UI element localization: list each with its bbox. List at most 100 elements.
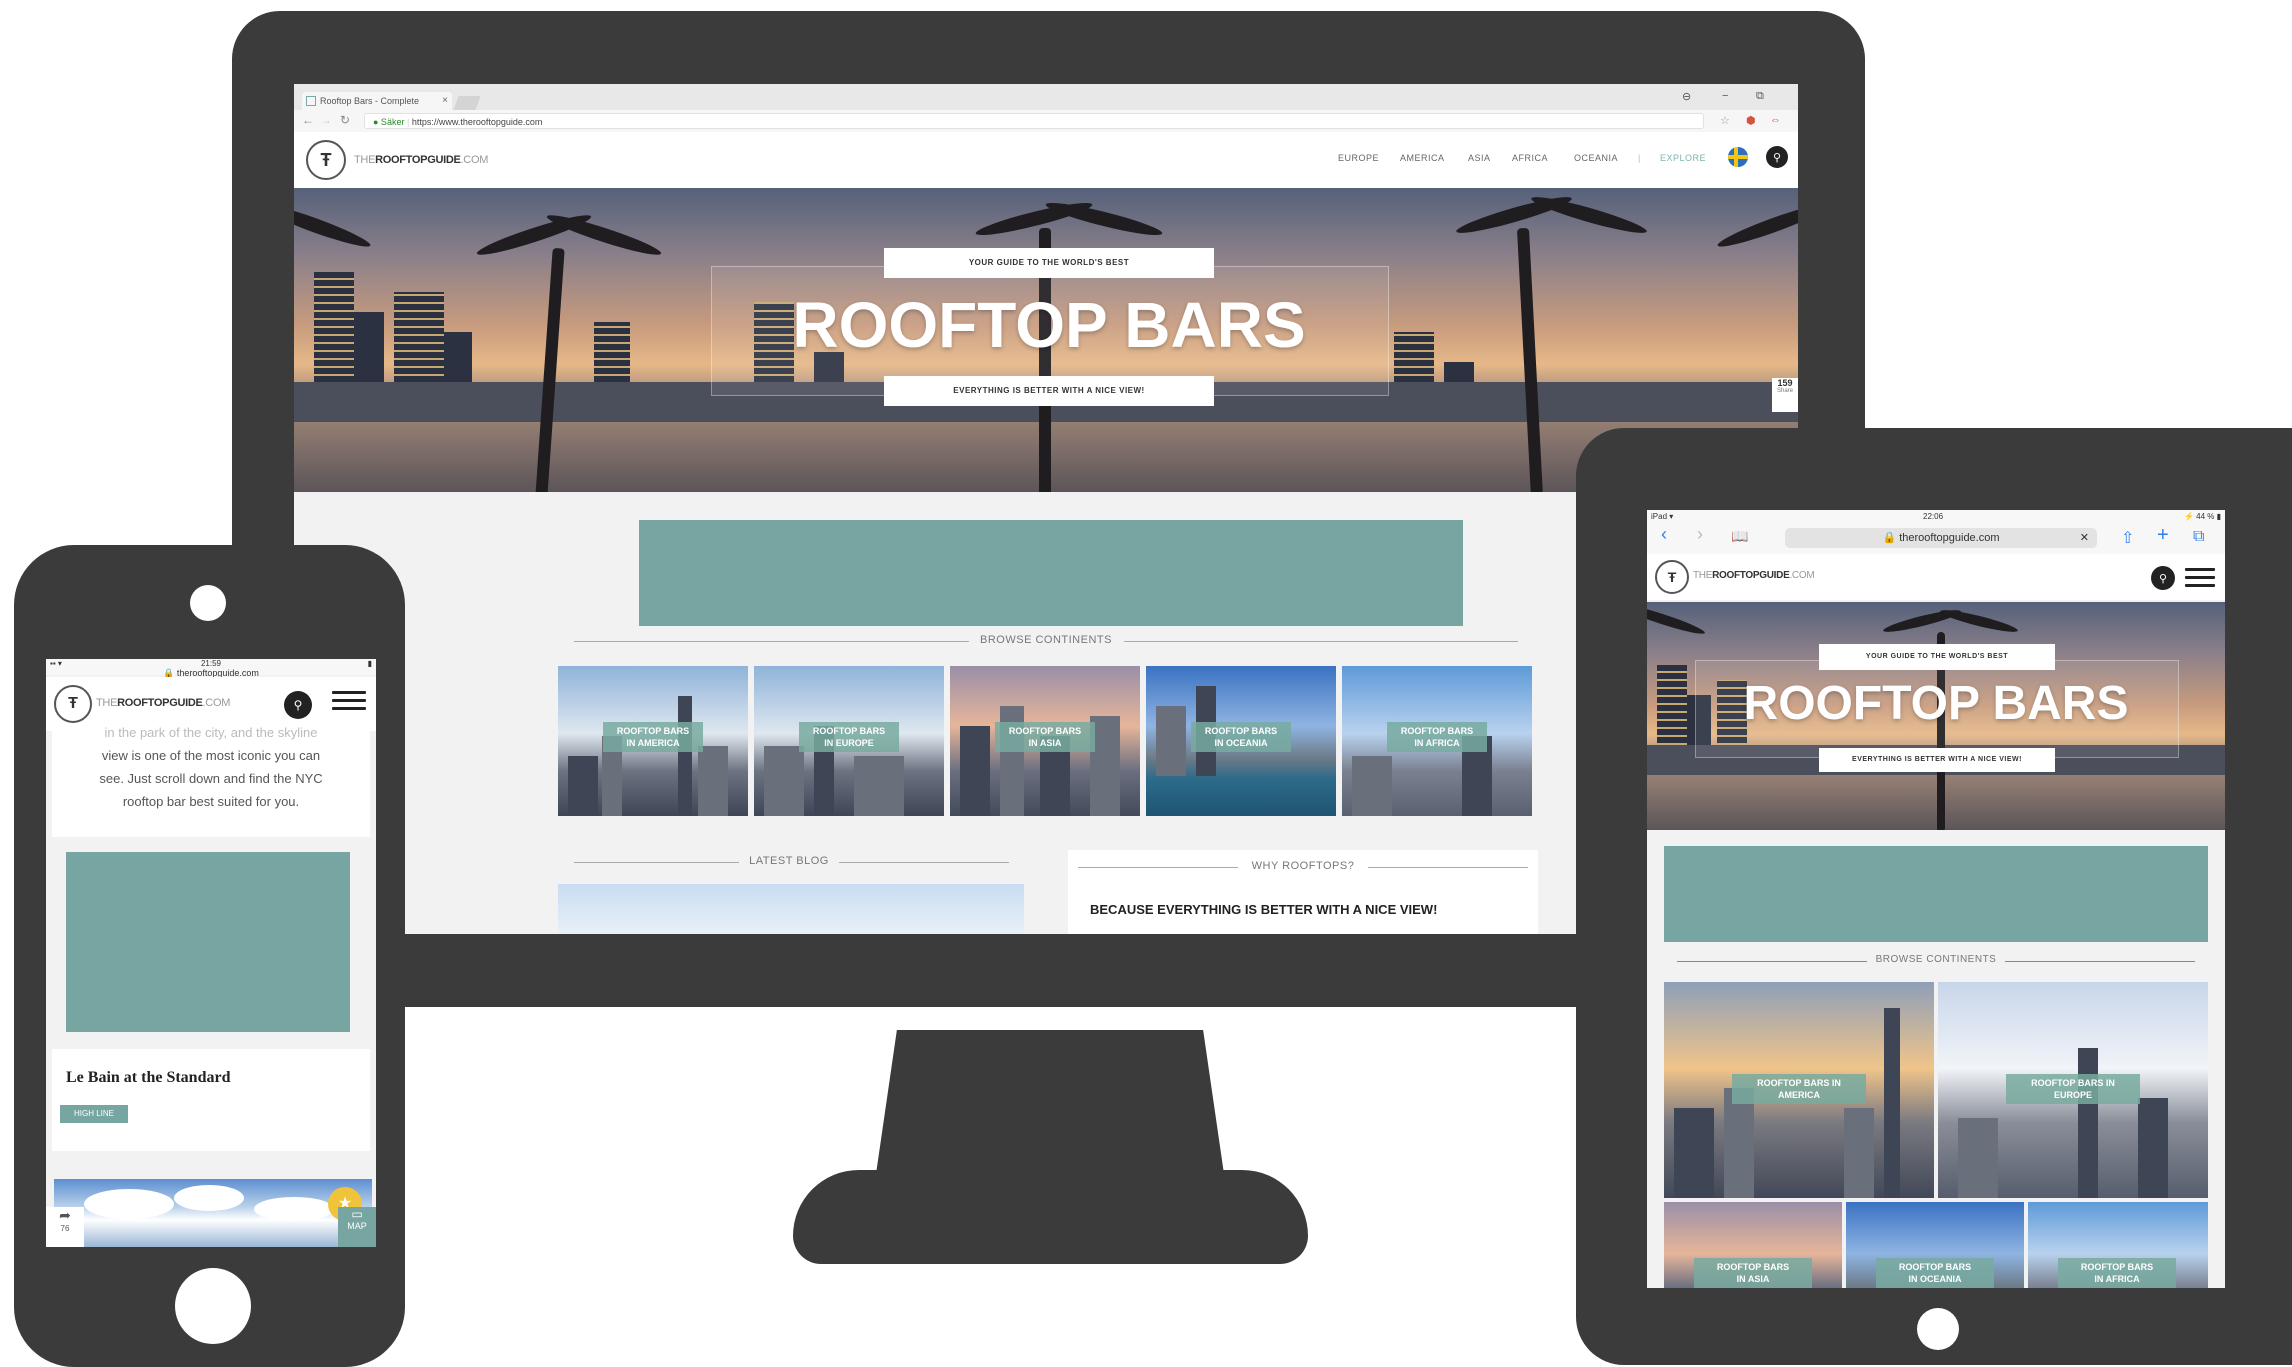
venue-name[interactable]: Le Bain at the Standard (66, 1069, 230, 1087)
continent-card-africa[interactable]: ROOFTOP BARS IN AFRICA (2028, 1202, 2208, 1288)
monitor-stand (876, 1030, 1224, 1174)
hero-tagline-bottom: EVERYTHING IS BETTER WITH A NICE VIEW! (1819, 748, 2055, 772)
browser-address-bar: ← → ↻ ● Säker | https://www.therooftopgu… (294, 110, 1798, 133)
neighborhood-badge[interactable]: HIGH LINE (60, 1105, 128, 1123)
tablet-status-bar: iPad ▾ 22:06 ⚡ 44 % ▮ (1647, 510, 2225, 524)
close-tab-icon[interactable]: × (442, 92, 448, 110)
browser-tab-bar: Rooftop Bars - Complete × ⊖ − ⧉ (294, 84, 1798, 110)
continent-card-america[interactable]: ROOFTOP BARS IN AMERICA (1664, 982, 1934, 1198)
map-button[interactable]: ▭ MAP (338, 1207, 376, 1247)
palm-frond (294, 197, 373, 253)
palm-frond (974, 197, 1094, 241)
hero-tagline-bottom: EVERYTHING IS BETTER WITH A NICE VIEW! (884, 376, 1214, 406)
nav-divider: | (1638, 153, 1641, 163)
restore-icon[interactable]: ⧉ (1756, 90, 1764, 103)
forward-icon[interactable]: → (320, 113, 332, 127)
nav-asia[interactable]: ASIA (1468, 153, 1491, 163)
new-tab-button[interactable] (453, 96, 481, 110)
reload-icon[interactable]: ↻ (340, 113, 350, 127)
phone-status-bar: ▪▪ ▾ 21:59 ▮ 🔒 therooftopguide.com (46, 659, 376, 678)
hero-tagline-top: YOUR GUIDE TO THE WORLD'S BEST (1819, 644, 2055, 670)
clear-url-icon[interactable]: ✕ (2080, 528, 2089, 548)
logo-text[interactable]: THEROOFTOPGUIDE.COM (1693, 570, 1815, 581)
extension-icon[interactable]: ⬢ (1746, 114, 1756, 127)
secure-indicator: ● Säker (373, 117, 405, 127)
continent-label: ROOFTOP BARS IN EUROPE (799, 722, 899, 752)
bookmarks-icon[interactable]: 📖 (1731, 528, 1748, 545)
search-icon[interactable]: ⚲ (284, 691, 312, 719)
continent-label: ROOFTOP BARS IN ASIA (1694, 1258, 1812, 1288)
url-input[interactable]: ● Säker | https://www.therooftopguide.co… (364, 113, 1704, 129)
continent-card-asia[interactable]: ROOFTOP BARS IN ASIA (1664, 1202, 1842, 1288)
continent-card-europe[interactable]: ROOFTOP BARS IN EUROPE (1938, 982, 2208, 1198)
continent-card-america[interactable]: ROOFTOP BARS IN AMERICA (558, 666, 748, 816)
extension-icon-2[interactable]: ⇔ (1770, 114, 1781, 126)
back-icon[interactable]: ← (302, 113, 314, 127)
continent-label: ROOFTOP BARS IN AFRICA (1387, 722, 1487, 752)
logo-icon[interactable]: Ŧ (54, 685, 92, 723)
hero-title: ROOFTOP BARS (792, 289, 1306, 361)
menu-icon[interactable] (332, 691, 366, 715)
hero-title: ROOFTOP BARS (1743, 677, 2129, 730)
palm-frond (474, 209, 594, 261)
phone-time: 21:59 (200, 659, 222, 668)
logo-text[interactable]: THEROOFTOPGUIDE.COM (354, 154, 488, 166)
monitor-base (793, 1170, 1308, 1264)
browse-continents-heading: BROWSE CONTINENTS (574, 634, 1518, 646)
minimize-icon[interactable]: − (1722, 90, 1728, 102)
continent-label: ROOFTOP BARS IN ASIA (995, 722, 1095, 752)
nav-oceania[interactable]: OCEANIA (1574, 153, 1618, 163)
share-icon: ➦ (59, 1207, 71, 1223)
latest-blog-image[interactable] (558, 884, 1024, 934)
share-counter[interactable]: 159 Share (1772, 378, 1798, 412)
palm-frond (1529, 191, 1649, 239)
logo-text[interactable]: THEROOFTOPGUIDE.COM (96, 697, 230, 709)
continent-label: ROOFTOP BARS IN AMERICA (1732, 1074, 1866, 1104)
url-text: https://www.therooftopguide.com (411, 117, 543, 127)
safari-toolbar: ‹ › 📖 🔒 therooftopguide.com ✕ ⇧ + ⧉ (1647, 524, 2225, 555)
browser-tab[interactable]: Rooftop Bars - Complete × (302, 92, 452, 110)
phone-home-button (175, 1268, 251, 1344)
forward-icon[interactable]: › (1697, 524, 1703, 545)
continent-label: ROOFTOP BARS IN OCEANIA (1876, 1258, 1994, 1288)
intro-card: in the park of the city, and the skyline… (52, 725, 370, 837)
map-label: MAP (347, 1221, 367, 1231)
nav-europe[interactable]: EUROPE (1338, 153, 1379, 163)
browse-continents-heading: BROWSE CONTINENTS (1867, 954, 2005, 965)
heading-rule-left (574, 862, 739, 863)
why-rooftops-heading: WHY ROOFTOPS? (1243, 860, 1363, 872)
search-icon[interactable]: ⚲ (2151, 566, 2175, 590)
tabs-icon[interactable]: ⧉ (2193, 528, 2204, 546)
tablet-home-button (1917, 1308, 1959, 1350)
continent-card-oceania[interactable]: ROOFTOP BARS IN OCEANIA (1846, 1202, 2024, 1288)
logo-icon[interactable]: Ŧ (1655, 560, 1689, 594)
logo-icon[interactable]: Ŧ (306, 140, 346, 180)
venue-card[interactable]: Le Bain at the Standard HIGH LINE (52, 1049, 370, 1151)
continent-card-oceania[interactable]: ROOFTOP BARS IN OCEANIA (1146, 666, 1336, 816)
search-icon[interactable]: ⚲ (1766, 146, 1788, 168)
nav-america[interactable]: AMERICA (1400, 153, 1445, 163)
star-icon[interactable]: ☆ (1720, 114, 1730, 127)
continent-card-africa[interactable]: ROOFTOP BARS IN AFRICA (1342, 666, 1532, 816)
continent-card-europe[interactable]: ROOFTOP BARS IN EUROPE (754, 666, 944, 816)
tablet-site-header: Ŧ THEROOFTOPGUIDE.COM ⚲ (1647, 554, 2225, 600)
profile-icon[interactable]: ⊖ (1682, 90, 1691, 103)
nav-explore[interactable]: EXPLORE (1660, 153, 1706, 163)
venue-image[interactable]: ★ (54, 1179, 372, 1247)
back-icon[interactable]: ‹ (1661, 524, 1667, 545)
hero-tagline-top: YOUR GUIDE TO THE WORLD'S BEST (884, 248, 1214, 278)
language-flag-icon[interactable] (1728, 147, 1748, 167)
ad-banner (639, 520, 1463, 626)
share-icon[interactable]: ⇧ (2121, 528, 2134, 548)
nav-africa[interactable]: AFRICA (1512, 153, 1548, 163)
phone-ad-banner (66, 852, 350, 1032)
tablet-url-input[interactable]: 🔒 therooftopguide.com ✕ (1785, 528, 2097, 548)
phone-url[interactable]: 🔒 therooftopguide.com (46, 669, 376, 678)
share-button[interactable]: ➦ 76 (46, 1207, 84, 1247)
menu-icon[interactable] (2185, 568, 2215, 592)
continent-card-asia[interactable]: ROOFTOP BARS IN ASIA (950, 666, 1140, 816)
latest-blog-heading: LATEST BLOG (744, 855, 834, 867)
share-count: 76 (60, 1224, 70, 1233)
site-header: Ŧ THEROOFTOPGUIDE.COM EUROPE AMERICA ASI… (294, 132, 1798, 188)
add-tab-icon[interactable]: + (2157, 524, 2169, 547)
